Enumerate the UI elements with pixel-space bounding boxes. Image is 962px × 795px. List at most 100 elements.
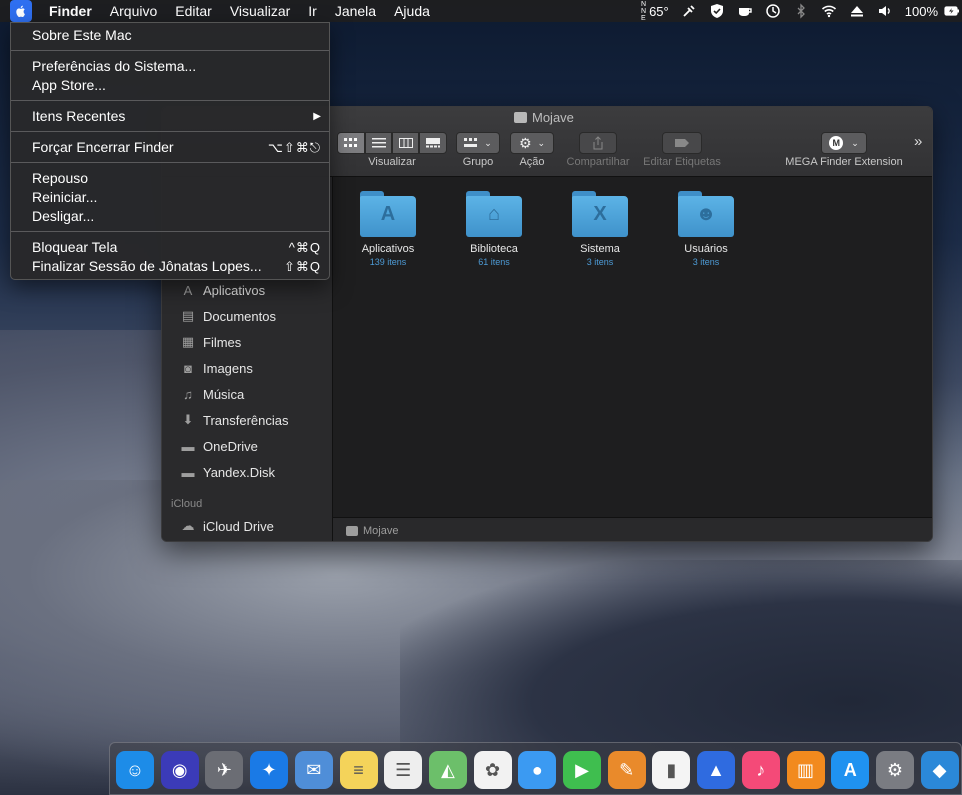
photos-icon[interactable]: ✿ bbox=[473, 751, 512, 789]
column-view-button[interactable] bbox=[392, 132, 419, 154]
menu-item-sleep[interactable]: Repouso bbox=[11, 169, 329, 188]
menu-item-log-out[interactable]: Finalizar Sessão de Jônatas Lopes... ⇧⌘Q bbox=[11, 257, 329, 276]
mega-button[interactable]: M ⌄ bbox=[821, 132, 867, 154]
sidebar-item-label: Documentos bbox=[203, 308, 276, 324]
folder-biblioteca[interactable]: ⌂ Biblioteca 61 itens bbox=[454, 189, 534, 267]
menu-item-app-store[interactable]: App Store... bbox=[11, 76, 329, 95]
group-button[interactable]: ⌄ bbox=[456, 132, 500, 154]
sidebar-item-icloud-drive[interactable]: ☁ iCloud Drive bbox=[179, 516, 274, 536]
menu-item-force-quit[interactable]: Forçar Encerrar Finder ⌥⇧⌘⎋ bbox=[11, 138, 329, 157]
folder-name: Sistema bbox=[580, 243, 620, 255]
sidebar-item-label: OneDrive bbox=[203, 438, 258, 454]
mega-icon: M bbox=[829, 136, 844, 150]
pages-icon[interactable]: ✎ bbox=[607, 751, 646, 789]
folder-aplicativos[interactable]: A Aplicativos 139 itens bbox=[348, 189, 428, 267]
books-icon[interactable]: ▥ bbox=[786, 751, 825, 789]
sidebar-item-label: iCloud Drive bbox=[203, 518, 274, 534]
camera-icon: ◙ bbox=[184, 360, 192, 376]
chevron-down-icon: ⌄ bbox=[851, 137, 859, 148]
menu-separator bbox=[11, 50, 329, 51]
menu-arquivo[interactable]: Arquivo bbox=[101, 0, 166, 22]
shortcut: ⌥⇧⌘⎋ bbox=[267, 140, 321, 155]
sidebar-item-imagens[interactable]: ◙ Imagens bbox=[179, 358, 253, 378]
action-label: Ação bbox=[519, 156, 545, 168]
coffee-cup-icon[interactable] bbox=[731, 0, 759, 22]
apple-menu-dropdown: Sobre Este Mac Preferências do Sistema..… bbox=[10, 22, 330, 280]
messages-icon[interactable]: ● bbox=[518, 751, 557, 789]
view-label: Visualizar bbox=[368, 156, 416, 168]
sidebar-item-documentos[interactable]: ▤ Documentos bbox=[179, 306, 276, 326]
menu-ir[interactable]: Ir bbox=[299, 0, 326, 22]
maps-icon[interactable]: ◭ bbox=[428, 751, 467, 789]
folder-usuarios[interactable]: ☻ Usuários 3 itens bbox=[666, 189, 746, 267]
wifi-icon[interactable] bbox=[815, 0, 843, 22]
menu-bar: Finder Arquivo Editar Visualizar Ir Jane… bbox=[0, 0, 962, 22]
folder-icon: ▬ bbox=[181, 438, 195, 454]
film-icon: ▦ bbox=[181, 334, 195, 349]
share-button[interactable] bbox=[579, 132, 617, 154]
menu-janela[interactable]: Janela bbox=[326, 0, 385, 22]
numbers-icon[interactable]: ▮ bbox=[652, 751, 691, 789]
sidebar-item-aplicativos[interactable]: A Aplicativos bbox=[179, 280, 265, 300]
disk-icon bbox=[514, 112, 527, 123]
toolbar-overflow-button[interactable]: » bbox=[914, 133, 922, 150]
menu-separator bbox=[11, 231, 329, 232]
eject-icon[interactable] bbox=[843, 0, 871, 22]
menu-separator bbox=[11, 100, 329, 101]
onedrive-icon[interactable]: ◆ bbox=[920, 751, 959, 789]
weather-status[interactable]: N N E 65° bbox=[635, 0, 675, 22]
action-button[interactable]: ⚙ ⌄ bbox=[510, 132, 554, 154]
chevron-down-icon: ⌄ bbox=[537, 137, 546, 148]
bluetooth-icon[interactable] bbox=[787, 0, 815, 22]
menu-editar[interactable]: Editar bbox=[166, 0, 221, 22]
siri-icon[interactable]: ◉ bbox=[160, 751, 199, 789]
menu-separator bbox=[11, 162, 329, 163]
reminders-icon[interactable]: ☰ bbox=[384, 751, 423, 789]
sidebar-item-label: Imagens bbox=[203, 360, 253, 376]
folder-sistema[interactable]: X Sistema 3 itens bbox=[560, 189, 640, 267]
sidebar-item-musica[interactable]: ♫ Música bbox=[179, 384, 244, 404]
appstore-icon[interactable]: A bbox=[831, 751, 870, 789]
menu-item-system-prefs[interactable]: Preferências do Sistema... bbox=[11, 57, 329, 76]
keynote-icon[interactable]: ▲ bbox=[697, 751, 736, 789]
system-prefs-icon[interactable]: ⚙ bbox=[875, 751, 914, 789]
battery-icon[interactable] bbox=[944, 0, 962, 22]
sidebar-item-filmes[interactable]: ▦ Filmes bbox=[179, 332, 241, 352]
tag-icon bbox=[675, 139, 689, 147]
share-icon bbox=[593, 136, 603, 150]
sidebar-item-transferencias[interactable]: ⬇ Transferências bbox=[179, 410, 289, 430]
folder-count: 61 itens bbox=[478, 257, 510, 267]
icon-view-button[interactable] bbox=[337, 132, 365, 154]
submenu-arrow-icon: ▶ bbox=[313, 111, 321, 122]
sidebar-item-onedrive[interactable]: ▬ OneDrive bbox=[179, 436, 258, 456]
time-machine-icon[interactable] bbox=[759, 0, 787, 22]
menu-ajuda[interactable]: Ajuda bbox=[385, 0, 439, 22]
notes-icon[interactable]: ≡ bbox=[339, 751, 378, 789]
menu-visualizar[interactable]: Visualizar bbox=[221, 0, 299, 22]
menu-item-restart[interactable]: Reiniciar... bbox=[11, 188, 329, 207]
sidebar-item-yandex-disk[interactable]: ▬ Yandex.Disk bbox=[179, 462, 276, 482]
safari-icon[interactable]: ✦ bbox=[250, 751, 289, 789]
mail-icon[interactable]: ✉ bbox=[294, 751, 333, 789]
battery-percent[interactable]: 100% bbox=[899, 0, 944, 22]
shortcut: ⇧⌘Q bbox=[283, 259, 321, 274]
apple-menu-icon[interactable] bbox=[10, 0, 32, 22]
shield-icon[interactable] bbox=[703, 0, 731, 22]
menu-item-shutdown[interactable]: Desligar... bbox=[11, 207, 329, 226]
menu-item-lock-screen[interactable]: Bloquear Tela ^⌘Q bbox=[11, 238, 329, 257]
menu-item-recent-items[interactable]: Itens Recentes ▶ bbox=[11, 107, 329, 126]
gallery-view-button[interactable] bbox=[419, 132, 447, 154]
path-bar-item[interactable]: Mojave bbox=[363, 525, 398, 537]
folder-icon: X bbox=[572, 189, 628, 237]
itunes-icon[interactable]: ♪ bbox=[741, 751, 780, 789]
finder-icon[interactable]: ☺ bbox=[116, 751, 154, 789]
mega-label: MEGA Finder Extension bbox=[785, 156, 903, 168]
broom-icon[interactable] bbox=[675, 0, 703, 22]
menu-finder[interactable]: Finder bbox=[40, 0, 101, 22]
volume-icon[interactable] bbox=[871, 0, 899, 22]
facetime-icon[interactable]: ▶ bbox=[563, 751, 601, 789]
launchpad-icon[interactable]: ✈ bbox=[205, 751, 244, 789]
menu-item-about[interactable]: Sobre Este Mac bbox=[11, 26, 329, 45]
edit-tags-button[interactable] bbox=[662, 132, 702, 154]
list-view-button[interactable] bbox=[365, 132, 392, 154]
